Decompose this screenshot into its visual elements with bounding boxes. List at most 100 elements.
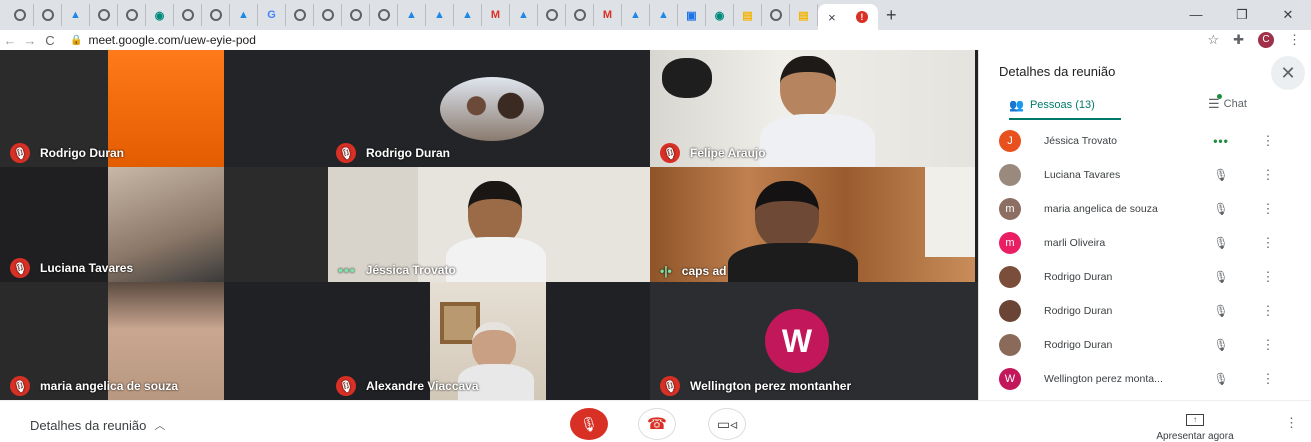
participant-row[interactable]: J Jéssica Trovato ••• ⋮ — [979, 124, 1311, 158]
minimize-button[interactable]: — — [1173, 0, 1219, 30]
microphone-toggle-button[interactable]: 🎙 — [570, 408, 608, 440]
tab-close-icon[interactable]: × — [828, 10, 836, 25]
video-tile[interactable]: 🎙 Felipe Araujo — [650, 50, 975, 167]
helmet-object — [662, 58, 712, 98]
participant-row[interactable]: Rodrigo Duran 🎙 ⋮ — [979, 294, 1311, 328]
browser-tab[interactable]: ▲ — [650, 4, 678, 26]
mic-off-icon[interactable]: 🎙 — [1211, 168, 1231, 182]
camera-toggle-button[interactable]: ▭◃ — [708, 408, 746, 440]
more-vert-icon[interactable]: ⋮ — [1261, 371, 1275, 387]
video-tile[interactable]: 🎙 Rodrigo Duran — [224, 50, 650, 167]
browser-tab[interactable] — [118, 4, 146, 26]
back-button[interactable]: ← — [0, 33, 20, 48]
participant-row[interactable]: m marli Oliveira 🎙 ⋮ — [979, 226, 1311, 260]
lock-icon: 🔒 — [70, 34, 83, 46]
present-now-button[interactable]: ↑ Apresentar agora — [1150, 409, 1240, 442]
participant-row[interactable]: Rodrigo Duran 🎙 ⋮ — [979, 328, 1311, 362]
video-tile[interactable]: ••• Jéssica Trovato — [328, 167, 650, 282]
browser-tab[interactable]: ▲ — [510, 4, 538, 26]
participant-row[interactable]: W Wellington perez monta... 🎙 ⋮ — [979, 362, 1311, 396]
browser-tab[interactable] — [202, 4, 230, 26]
toolbar-actions: ☆ ✚ C ⋮ — [1207, 30, 1301, 50]
window-close-button[interactable]: ✕ — [1265, 0, 1311, 30]
browser-tab[interactable]: ▲ — [426, 4, 454, 26]
close-panel-button[interactable]: ✕ — [1271, 56, 1305, 90]
browser-tab[interactable] — [370, 4, 398, 26]
browser-tab[interactable]: ◉ — [706, 4, 734, 26]
mic-off-icon[interactable]: 🎙 — [1211, 270, 1231, 284]
browser-tab[interactable]: ▲ — [398, 4, 426, 26]
browser-tab[interactable] — [314, 4, 342, 26]
participant-label: ••• Jéssica Trovato — [338, 262, 456, 278]
browser-tab[interactable]: ▲ — [230, 4, 258, 26]
browser-tab[interactable]: ▤ — [734, 4, 762, 26]
video-tile[interactable]: •|• caps ad — [650, 167, 975, 282]
more-vert-icon[interactable]: ⋮ — [1261, 303, 1275, 319]
browser-tab[interactable] — [6, 4, 34, 26]
browser-tab[interactable]: ◉ — [146, 4, 174, 26]
browser-tab[interactable]: M — [594, 4, 622, 26]
tab-people-label: Pessoas (13) — [1029, 99, 1095, 111]
browser-tab[interactable] — [762, 4, 790, 26]
browser-tab[interactable]: ▣ — [678, 4, 706, 26]
chrome-favicon-icon — [769, 9, 782, 21]
restore-button[interactable]: ❐ — [1219, 0, 1265, 30]
more-vert-icon[interactable]: ⋮ — [1261, 133, 1275, 149]
tab-chat[interactable]: ☰ Chat — [1208, 94, 1247, 112]
mic-off-icon[interactable]: 🎙 — [1211, 304, 1231, 318]
active-tab[interactable]: × ! — [818, 4, 878, 30]
video-tile[interactable]: 🎙 maria angelica de souza — [0, 282, 224, 400]
meeting-details-toggle[interactable]: Detalhes da reunião ︿ — [30, 417, 165, 433]
mic-off-icon[interactable]: 🎙 — [1211, 338, 1231, 352]
browser-tab[interactable]: M — [482, 4, 510, 26]
browser-tab[interactable]: G — [258, 4, 286, 26]
mic-off-icon[interactable]: 🎙 — [1211, 372, 1231, 386]
bookmark-star-icon[interactable]: ☆ — [1207, 32, 1219, 48]
participant-name: maria angelica de souza — [40, 379, 179, 393]
participant-row[interactable]: Rodrigo Duran 🎙 ⋮ — [979, 260, 1311, 294]
browser-tab[interactable] — [286, 4, 314, 26]
browser-tab[interactable] — [174, 4, 202, 26]
video-tile[interactable]: 🎙 Alexandre Viaccava — [224, 282, 650, 400]
M-favicon-icon: M — [490, 9, 501, 21]
mic-off-icon[interactable]: 🎙 — [1211, 236, 1231, 250]
leave-call-button[interactable]: ☎ — [638, 408, 676, 440]
more-vert-icon[interactable]: ⋮ — [1261, 201, 1275, 217]
avatar: W — [999, 368, 1021, 390]
browser-menu-icon[interactable]: ⋮ — [1288, 32, 1301, 48]
browser-tab[interactable]: ▲ — [622, 4, 650, 26]
video-feed — [108, 50, 224, 167]
video-tile[interactable]: W 🎙 Wellington perez montanher — [650, 282, 978, 400]
tab-people[interactable]: 👥 Pessoas (13) — [1009, 98, 1095, 112]
G-favicon-icon: G — [267, 9, 276, 21]
browser-tab[interactable]: ▲ — [454, 4, 482, 26]
extensions-puzzle-icon[interactable]: ✚ — [1233, 32, 1244, 48]
more-vert-icon[interactable]: ⋮ — [1261, 337, 1275, 353]
mic-off-icon[interactable]: 🎙 — [1211, 202, 1231, 216]
video-tile[interactable]: 🎙 Rodrigo Duran — [0, 50, 224, 167]
browser-tab[interactable]: ▲ — [62, 4, 90, 26]
more-vert-icon[interactable]: ⋮ — [1261, 235, 1275, 251]
omnibox[interactable]: 🔒 meet.google.com/uew-eyie-pod — [70, 33, 256, 47]
browser-tab[interactable] — [342, 4, 370, 26]
chrome-favicon-icon — [349, 9, 362, 21]
participant-row[interactable]: m maria angelica de souza 🎙 ⋮ — [979, 192, 1311, 226]
chevron-up-icon: ︿ — [154, 420, 166, 432]
browser-tab[interactable] — [538, 4, 566, 26]
forward-button[interactable]: → — [20, 33, 40, 48]
browser-tab[interactable] — [566, 4, 594, 26]
reload-button[interactable]: C — [40, 33, 60, 48]
more-vert-icon[interactable]: ⋮ — [1261, 167, 1275, 183]
browser-tab[interactable] — [34, 4, 62, 26]
more-options-button[interactable]: ⋮ — [1285, 415, 1298, 431]
new-tab-button[interactable]: + — [886, 5, 897, 26]
browser-tab[interactable]: ▤ — [790, 4, 818, 26]
browser-tab[interactable] — [90, 4, 118, 26]
participant-name: maria angelica de souza — [1044, 203, 1158, 215]
more-vert-icon[interactable]: ⋮ — [1261, 269, 1275, 285]
video-grid: 🎙 Rodrigo Duran 🎙 Rodrigo Duran 🎙 Felipe… — [0, 50, 978, 400]
url-text[interactable]: meet.google.com/uew-eyie-pod — [88, 33, 255, 47]
video-tile[interactable]: 🎙 Luciana Tavares — [0, 167, 224, 282]
profile-avatar[interactable]: C — [1258, 32, 1274, 48]
participant-row[interactable]: Luciana Tavares 🎙 ⋮ — [979, 158, 1311, 192]
